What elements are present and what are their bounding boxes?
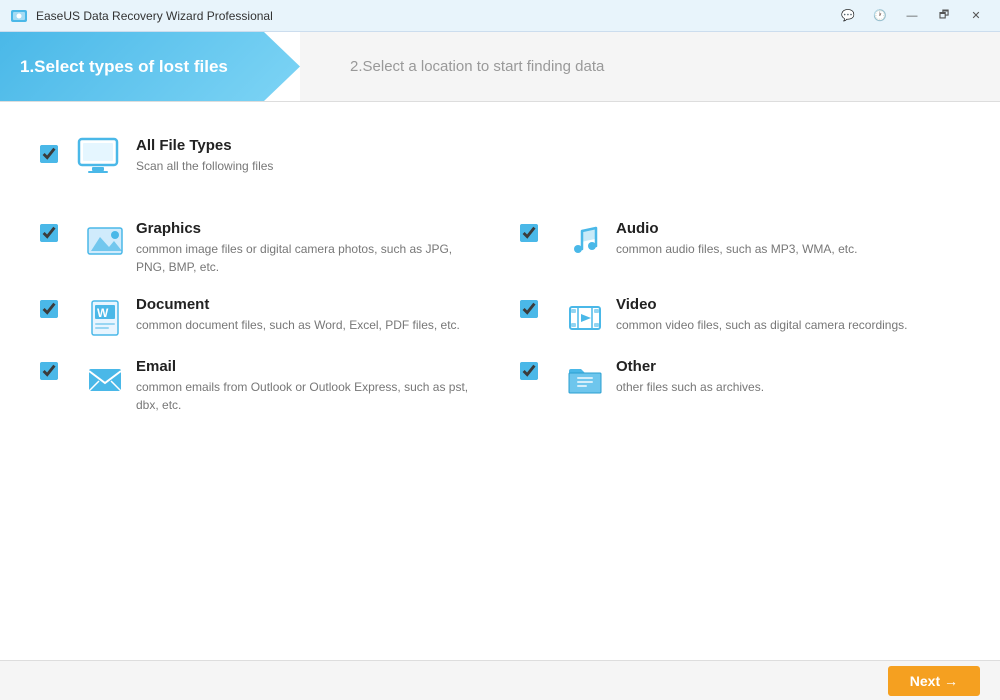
email-name: Email	[136, 358, 480, 375]
other-checkbox[interactable]	[520, 362, 538, 380]
video-checkbox-wrap[interactable]	[520, 300, 542, 322]
other-checkbox-wrap[interactable]	[520, 362, 542, 384]
all-file-types-info: All File Types Scan all the following fi…	[136, 137, 273, 175]
document-item: W Document common document files, such a…	[40, 296, 480, 338]
all-file-types-row: All File Types Scan all the following fi…	[40, 122, 960, 190]
app-icon	[10, 7, 28, 25]
video-icon-wrap	[564, 296, 606, 338]
document-icon-wrap: W	[84, 296, 126, 338]
graphics-info: Graphics common image files or digital c…	[136, 220, 480, 276]
graphics-item: Graphics common image files or digital c…	[40, 220, 480, 276]
document-desc: common document files, such as Word, Exc…	[136, 316, 460, 334]
email-icon-wrap	[84, 358, 126, 400]
audio-name: Audio	[616, 220, 857, 237]
title-bar-controls: 💬 🕐 — 🗗 ✕	[834, 6, 990, 26]
step1-label: 1.Select types of lost files	[20, 57, 228, 77]
step-header: 1.Select types of lost files 2.Select a …	[0, 32, 1000, 102]
next-label: Next →	[910, 673, 958, 689]
footer: Next →	[0, 660, 1000, 700]
svg-text:W: W	[97, 306, 109, 320]
document-name: Document	[136, 296, 460, 313]
minimize-btn[interactable]: —	[898, 6, 926, 26]
video-name: Video	[616, 296, 907, 313]
document-checkbox-wrap[interactable]	[40, 300, 62, 322]
next-button[interactable]: Next →	[888, 666, 980, 696]
file-type-grid: Graphics common image files or digital c…	[40, 220, 960, 414]
graphics-checkbox[interactable]	[40, 224, 58, 242]
audio-checkbox-wrap[interactable]	[520, 224, 542, 246]
document-info: Document common document files, such as …	[136, 296, 460, 334]
email-desc: common emails from Outlook or Outlook Ex…	[136, 378, 480, 414]
graphics-desc: common image files or digital camera pho…	[136, 240, 480, 276]
email-checkbox-wrap[interactable]	[40, 362, 62, 384]
audio-desc: common audio files, such as MP3, WMA, et…	[616, 240, 857, 258]
all-file-types-name: All File Types	[136, 137, 273, 154]
video-info: Video common video files, such as digita…	[616, 296, 907, 334]
all-file-types-checkbox-wrap[interactable]	[40, 145, 62, 167]
graphics-checkbox-wrap[interactable]	[40, 224, 62, 246]
restore-btn[interactable]: 🗗	[930, 6, 958, 26]
graphics-name: Graphics	[136, 220, 480, 237]
email-checkbox[interactable]	[40, 362, 58, 380]
audio-item: Audio common audio files, such as MP3, W…	[520, 220, 960, 276]
email-info: Email common emails from Outlook or Outl…	[136, 358, 480, 414]
audio-checkbox[interactable]	[520, 224, 538, 242]
all-file-types-checkbox[interactable]	[40, 145, 58, 163]
document-checkbox[interactable]	[40, 300, 58, 318]
graphics-icon	[85, 221, 125, 261]
video-checkbox[interactable]	[520, 300, 538, 318]
other-desc: other files such as archives.	[616, 378, 764, 396]
other-icon	[565, 359, 605, 399]
step2-tab[interactable]: 2.Select a location to start finding dat…	[300, 32, 1000, 101]
audio-icon-wrap	[564, 220, 606, 262]
all-file-types-desc: Scan all the following files	[136, 157, 273, 175]
other-item: Other other files such as archives.	[520, 358, 960, 414]
audio-icon	[565, 221, 605, 261]
main-content: All File Types Scan all the following fi…	[0, 102, 1000, 660]
email-icon	[85, 359, 125, 399]
step1-tab[interactable]: 1.Select types of lost files	[0, 32, 300, 101]
all-file-types-icon-wrap	[74, 132, 122, 180]
email-item: Email common emails from Outlook or Outl…	[40, 358, 480, 414]
video-item: Video common video files, such as digita…	[520, 296, 960, 338]
app-title: EaseUS Data Recovery Wizard Professional	[36, 9, 273, 23]
other-icon-wrap	[564, 358, 606, 400]
title-bar: EaseUS Data Recovery Wizard Professional…	[0, 0, 1000, 32]
other-info: Other other files such as archives.	[616, 358, 764, 396]
monitor-icon	[75, 133, 121, 179]
close-btn[interactable]: ✕	[962, 6, 990, 26]
other-name: Other	[616, 358, 764, 375]
document-icon: W	[85, 297, 125, 337]
video-icon	[565, 297, 605, 337]
title-bar-left: EaseUS Data Recovery Wizard Professional	[10, 7, 273, 25]
step2-label: 2.Select a location to start finding dat…	[350, 58, 604, 75]
history-btn[interactable]: 🕐	[866, 6, 894, 26]
audio-info: Audio common audio files, such as MP3, W…	[616, 220, 857, 258]
graphics-icon-wrap	[84, 220, 126, 262]
video-desc: common video files, such as digital came…	[616, 316, 907, 334]
message-btn[interactable]: 💬	[834, 6, 862, 26]
